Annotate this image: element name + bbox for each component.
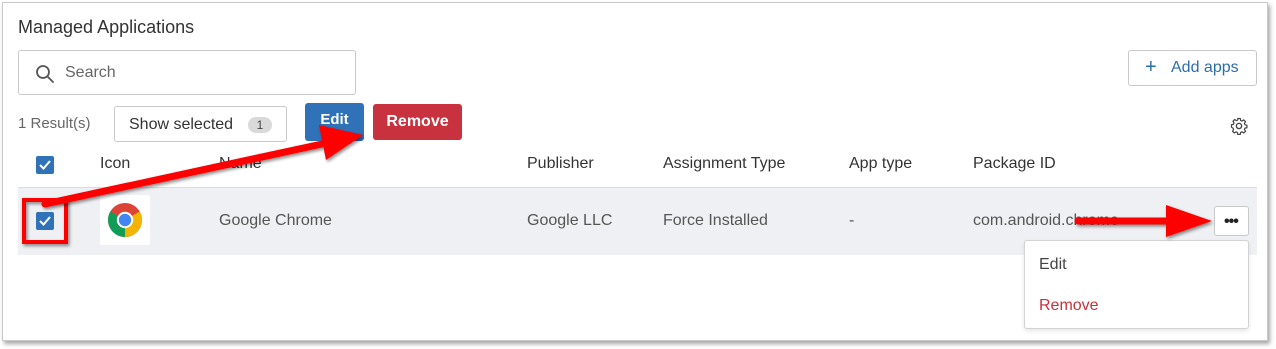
chrome-icon [108,203,142,237]
app-icon-cell [100,195,150,245]
results-count: 1 Result(s) [18,115,91,132]
header-publisher[interactable]: Publisher [527,155,594,173]
header-app-type[interactable]: App type [849,155,912,173]
header-icon: Icon [100,155,131,172]
cell-name: Google Chrome [219,212,332,229]
show-selected-label: Show selected [129,116,234,133]
show-selected-button[interactable]: Show selected 1 [114,106,287,142]
gear-icon[interactable] [1230,117,1248,135]
remove-button[interactable]: Remove [373,104,462,140]
cell-app-type: - [849,212,855,229]
page-title: Managed Applications [18,17,195,37]
header-name[interactable]: Name [219,155,262,173]
add-apps-label: Add apps [1171,59,1239,76]
edit-button[interactable]: Edit [305,103,364,141]
check-icon [39,160,51,170]
plus-icon: + [1145,56,1157,78]
menu-item-edit[interactable]: Edit [1039,256,1067,274]
menu-item-remove[interactable]: Remove [1039,297,1099,315]
header-package-id[interactable]: Package ID [973,155,1056,173]
add-apps-button[interactable]: + Add apps [1128,50,1257,86]
more-icon: ••• [1224,213,1239,230]
row-actions-button[interactable]: ••• [1214,206,1249,236]
cell-publisher: Google LLC [527,212,613,229]
search-icon [36,65,54,83]
selected-count-badge: 1 [248,117,272,133]
search-placeholder: Search [65,64,116,81]
search-input[interactable]: Search [18,50,356,95]
select-all-checkbox[interactable] [36,156,54,174]
header-assignment-type[interactable]: Assignment Type [663,155,785,173]
check-icon [39,216,51,226]
row-actions-menu: Edit Remove [1024,240,1249,329]
cell-assignment-type: Force Installed [663,212,768,229]
row-checkbox[interactable] [36,212,54,230]
cell-package-id: com.android.chrome [973,212,1119,229]
